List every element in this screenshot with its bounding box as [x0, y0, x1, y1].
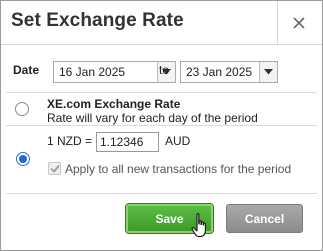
xe-rate-description: Rate will vary for each day of the perio…	[47, 111, 258, 125]
set-exchange-rate-dialog: Set Exchange Rate Date 16 Jan 2025 to 23…	[0, 0, 323, 251]
apply-all-checkbox[interactable]	[48, 162, 61, 175]
xe-rate-radio[interactable]	[15, 102, 29, 116]
apply-all-label: Apply to all new transactions for the pe…	[65, 162, 292, 176]
save-button[interactable]: Save	[126, 204, 213, 233]
cancel-button[interactable]: Cancel	[226, 204, 303, 233]
divider	[6, 193, 317, 194]
rate-currency: AUD	[165, 134, 191, 148]
checkmark-icon	[49, 164, 60, 173]
close-divider	[277, 1, 278, 45]
to-date-value: 23 Jan 2025	[186, 65, 253, 79]
close-button[interactable]	[279, 5, 319, 41]
to-label: to	[159, 63, 170, 77]
from-date-value: 16 Jan 2025	[59, 65, 126, 79]
rate-input[interactable]	[96, 132, 159, 152]
date-label: Date	[13, 63, 40, 77]
close-icon	[293, 17, 305, 29]
divider	[6, 92, 317, 93]
xe-rate-title: XE.com Exchange Rate	[47, 97, 181, 111]
manual-rate-radio[interactable]	[16, 152, 30, 166]
date-range-row: Date 16 Jan 2025 to 23 Jan 2025	[1, 46, 322, 92]
dialog-header: Set Exchange Rate	[1, 1, 322, 45]
chevron-down-icon	[264, 69, 273, 75]
dialog-title: Set Exchange Rate	[11, 10, 184, 31]
divider	[6, 125, 317, 126]
rate-prefix: 1 NZD =	[47, 134, 93, 148]
from-date-select[interactable]: 16 Jan 2025	[53, 61, 176, 83]
to-date-select[interactable]: 23 Jan 2025	[180, 61, 278, 83]
to-date-dropdown-button[interactable]	[259, 62, 277, 82]
